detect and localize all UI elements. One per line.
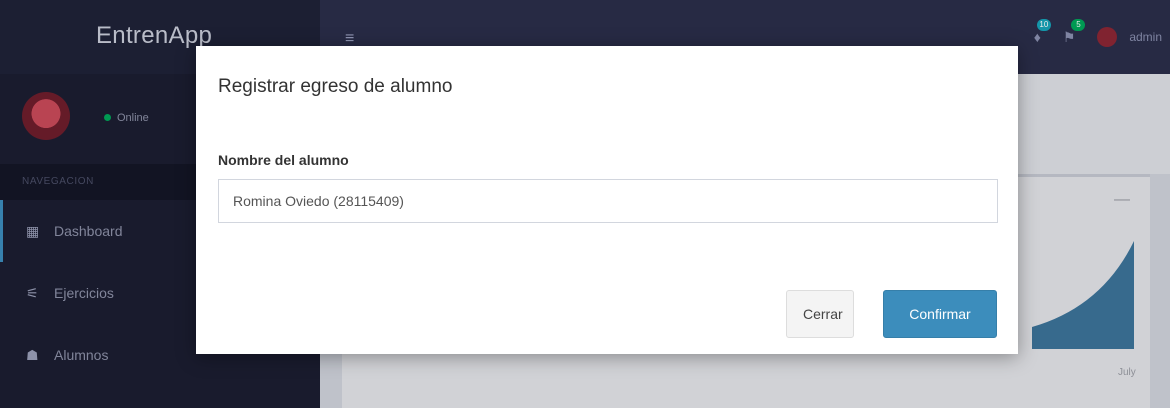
close-button[interactable]: Cerrar <box>786 290 854 338</box>
student-name-input[interactable] <box>218 179 998 223</box>
modal-title: Registrar egreso de alumno <box>218 76 453 97</box>
confirm-button[interactable]: Confirmar <box>883 290 997 338</box>
student-name-label: Nombre del alumno <box>218 152 349 168</box>
register-exit-modal: Registrar egreso de alumno Nombre del al… <box>196 46 1018 354</box>
